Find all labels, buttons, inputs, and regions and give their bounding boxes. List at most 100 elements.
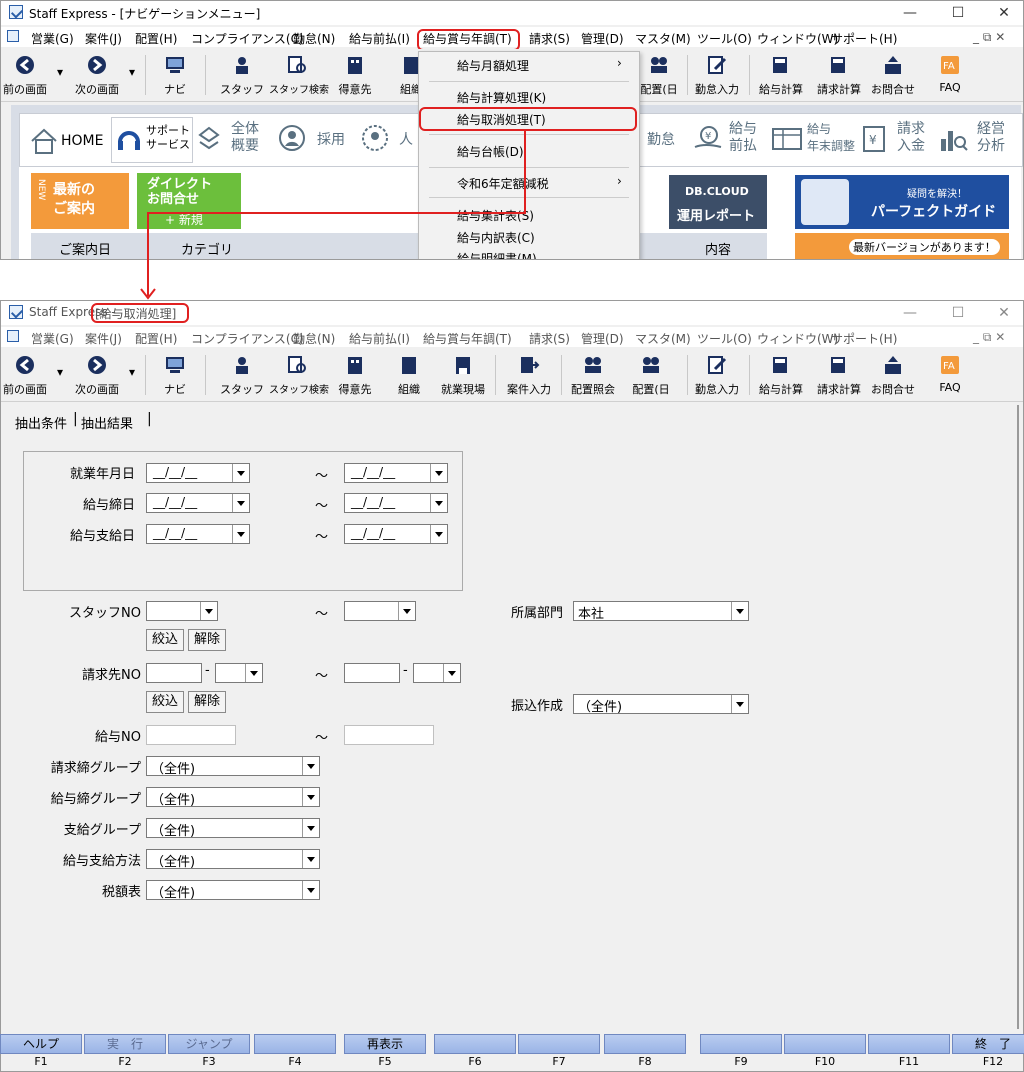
fkey-f1[interactable]: ヘルプ F1 [0,1034,84,1072]
client-sub-to[interactable] [413,663,461,683]
pay-close-to[interactable]: __/__/__ [344,493,448,513]
transfer-select[interactable]: （全件) [573,694,749,715]
staff-button[interactable]: スタッフ [217,351,267,399]
attendance-input-button[interactable]: 勤怠入力 [691,351,743,399]
fkey-f3[interactable]: ジャンプ F3 [168,1034,252,1072]
client-narrow-button[interactable]: 絞込 [146,691,184,713]
pay-group-label: 給与締グループ [50,792,141,807]
chevron-down-icon[interactable] [302,788,319,806]
chevron-down-icon[interactable] [302,819,319,837]
fkey-f2[interactable]: 実 行 F2 [84,1034,168,1072]
chevron-down-icon[interactable] [430,464,447,482]
pay-close-from[interactable]: __/__/__ [146,493,250,513]
close-icon[interactable]: ✕ [981,301,1023,325]
salary-no-from[interactable] [146,725,236,745]
assign-inquiry-button[interactable]: 配置照会 [565,351,621,399]
fkey-f7[interactable]: F7 [518,1034,602,1072]
fkey-f4[interactable]: F4 [254,1034,338,1072]
bill-group-select[interactable]: （全件) [146,756,320,777]
pay-date-to[interactable]: __/__/__ [344,524,448,544]
salary-no-to[interactable] [344,725,434,745]
fkey-f11[interactable]: F11 [868,1034,952,1072]
pay-method-select[interactable]: （全件) [146,849,320,870]
work-month-from[interactable]: __/__/__ [146,463,250,483]
staff-search-button[interactable]: スタッフ検索 [269,351,329,399]
chevron-down-icon[interactable] [398,602,415,620]
assign-day-button[interactable]: 配置(日 [625,351,677,399]
chevron-down-icon[interactable] [245,664,262,682]
mdi-controls[interactable]: _ ⧉ ✕ [973,330,1005,345]
menu-admin[interactable]: 管理(D) [581,330,624,347]
client-clear-button[interactable]: 解除 [188,691,226,713]
menu-assign[interactable]: 配置(H) [135,330,177,347]
fkey-f5[interactable]: 再表示 F5 [344,1034,428,1072]
client-sub-from[interactable] [215,663,263,683]
faq-button[interactable]: FA FAQ [925,351,975,399]
minimize-icon[interactable]: — [887,301,933,325]
chevron-down-icon[interactable] [200,602,217,620]
payroll-calc-button[interactable]: 給与計算 [753,351,809,399]
menu-window[interactable]: ウィンドウ(W) [757,330,838,347]
menu-support[interactable]: サポート(H) [831,330,897,347]
fkey-f12[interactable]: 終 了 F12 [952,1034,1024,1072]
chevron-down-icon[interactable] [302,881,319,899]
inquiry-button[interactable]: お問合せ [867,351,919,399]
chevron-down-icon[interactable] [731,695,748,713]
chevron-down-icon[interactable] [302,850,319,868]
chevron-down-icon[interactable] [302,757,319,775]
attendance-icon [708,356,727,374]
menu-sales[interactable]: 営業(G) [31,330,74,347]
client-no-to[interactable] [344,663,400,683]
worksite-icon [456,357,470,374]
fkey-f8[interactable]: F8 [604,1034,688,1072]
chevron-down-icon[interactable] [232,494,249,512]
support-group-select[interactable]: （全件) [146,818,320,839]
back-dropdown-icon[interactable]: ▾ [57,365,63,379]
toolbar-separator [561,355,562,395]
chevron-down-icon[interactable] [731,602,748,620]
fkey-caption [784,1034,866,1054]
fkey-f10[interactable]: F10 [784,1034,868,1072]
fkey-f6[interactable]: F6 [434,1034,518,1072]
menu-project[interactable]: 案件(J) [85,330,122,347]
staff-no-to[interactable] [344,601,416,621]
work-month-to[interactable]: __/__/__ [344,463,448,483]
menu-advance[interactable]: 給与前払(I) [349,330,410,347]
staff-clear-button[interactable]: 解除 [188,629,226,651]
forward-button[interactable]: 次の画面 [67,351,127,399]
menu-attendance[interactable]: 勤怠(N) [293,330,335,347]
toolbar-separator [687,355,688,395]
back-button[interactable]: 前の画面 [1,351,49,399]
menu-master[interactable]: マスタ(M) [635,330,691,347]
forward-dropdown-icon[interactable]: ▾ [129,365,135,379]
billing-calc-button[interactable]: 請求計算 [811,351,867,399]
staff-no-from[interactable] [146,601,218,621]
dept-select[interactable]: 本社 [573,601,749,622]
staff-narrow-button[interactable]: 絞込 [146,629,184,651]
worksite-button[interactable]: 就業現場 [437,351,489,399]
project-input-button[interactable]: 案件入力 [501,351,557,399]
pay-date-from[interactable]: __/__/__ [146,524,250,544]
tax-table-select[interactable]: （全件) [146,880,320,901]
tab-extract-conditions[interactable]: 抽出条件 [15,413,67,432]
client-button[interactable]: 得意先 [331,351,379,399]
chevron-down-icon[interactable] [232,525,249,543]
tab-extract-results[interactable]: 抽出結果 [81,413,133,432]
menu-tools[interactable]: ツール(O) [697,330,752,347]
client-no-from[interactable] [146,663,202,683]
org-button[interactable]: 組織 [387,351,431,399]
menu-payroll[interactable]: 給与賞与年調(T) [423,330,512,347]
chevron-down-icon[interactable] [430,494,447,512]
hyphen: - [403,663,408,678]
menu-compliance[interactable]: コンプライアンス(C) [191,330,304,347]
pay-group-select[interactable]: （全件) [146,787,320,808]
chevron-down-icon[interactable] [443,664,460,682]
fkey-number: F1 [34,1055,48,1068]
maximize-icon[interactable]: ☐ [935,301,981,325]
menu-billing[interactable]: 請求(S) [529,330,570,347]
fkey-f9[interactable]: F9 [700,1034,784,1072]
fkey-caption [700,1034,782,1054]
chevron-down-icon[interactable] [430,525,447,543]
navi-button[interactable]: ナビ [153,351,197,399]
chevron-down-icon[interactable] [232,464,249,482]
